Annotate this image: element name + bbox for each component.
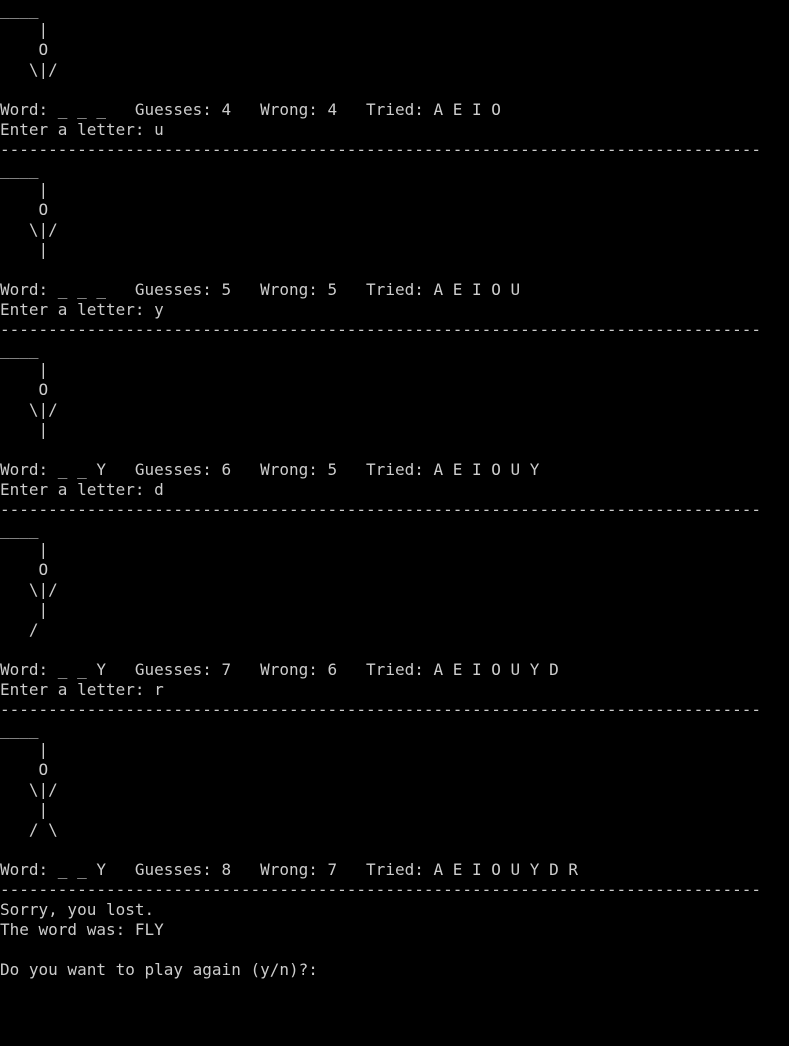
console-line: \|/ [0, 780, 58, 799]
console-line: Word: _ _ Y Guesses: 7 Wrong: 6 Tried: A… [0, 660, 559, 679]
console-line: ____ [0, 160, 39, 179]
console-line: | [0, 800, 49, 819]
console-line: ----------------------------------------… [0, 320, 761, 339]
console-window[interactable]: ____ | O \|/ Word: _ _ _ Guesses: 4 Wrong… [0, 0, 789, 1046]
console-line: | [0, 420, 49, 439]
console-line: ____ [0, 520, 39, 539]
console-line: ____ [0, 340, 39, 359]
console-line: | [0, 20, 49, 39]
console-line: ____ [0, 0, 39, 19]
console-line: \|/ [0, 580, 58, 599]
console-line: | [0, 540, 49, 559]
console-line: Enter a letter: u [0, 120, 164, 139]
console-line: Word: _ _ _ Guesses: 4 Wrong: 4 Tried: A… [0, 100, 501, 119]
console-line: / [0, 620, 39, 639]
console-line: ____ [0, 720, 39, 739]
console-line: ----------------------------------------… [0, 880, 761, 899]
console-line: \|/ [0, 400, 58, 419]
console-line: O [0, 200, 49, 219]
console-line: / \ [0, 820, 58, 839]
console-line: Enter a letter: d [0, 480, 164, 499]
console-line: ----------------------------------------… [0, 700, 761, 719]
console-line: | [0, 360, 49, 379]
console-line: \|/ [0, 220, 58, 239]
console-line: Enter a letter: r [0, 680, 164, 699]
console-line: O [0, 560, 49, 579]
console-line: | [0, 180, 49, 199]
console-line: Enter a letter: y [0, 300, 164, 319]
console-line: ----------------------------------------… [0, 500, 761, 519]
console-line: Word: _ _ Y Guesses: 6 Wrong: 5 Tried: A… [0, 460, 540, 479]
console-line: O [0, 760, 49, 779]
console-line: Word: _ _ Y Guesses: 8 Wrong: 7 Tried: A… [0, 860, 578, 879]
console-line: \|/ [0, 60, 58, 79]
console-line: O [0, 40, 49, 59]
console-line: The word was: FLY [0, 920, 164, 939]
console-line: O [0, 380, 49, 399]
console-output: ____ | O \|/ Word: _ _ _ Guesses: 4 Wrong… [0, 0, 789, 980]
console-line: Sorry, you lost. [0, 900, 155, 919]
console-line: | [0, 740, 49, 759]
console-line: ----------------------------------------… [0, 140, 761, 159]
console-line: Word: _ _ _ Guesses: 5 Wrong: 5 Tried: A… [0, 280, 521, 299]
input-prompt-line[interactable]: Do you want to play again (y/n)?: [0, 960, 789, 980]
console-line: | [0, 600, 49, 619]
console-line: | [0, 240, 49, 259]
